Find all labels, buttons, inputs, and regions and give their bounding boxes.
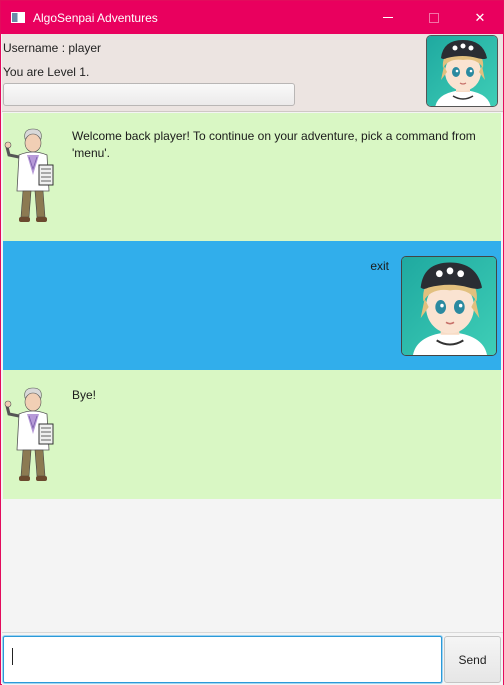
maximize-icon	[429, 12, 439, 23]
dialog-box-user: exit	[3, 241, 501, 370]
maximize-button[interactable]	[411, 1, 457, 34]
username-label: Username : player	[3, 41, 102, 55]
text-caret	[12, 648, 13, 665]
dialog-container[interactable]: Welcome back player! To continue on your…	[3, 113, 501, 631]
command-input[interactable]	[3, 636, 442, 683]
level-label: You are Level 1.	[3, 65, 90, 79]
close-button[interactable]: ✕	[457, 1, 503, 34]
player-avatar-image	[427, 36, 498, 107]
player-header: Username : player You are Level 1.	[2, 34, 503, 112]
window-controls: ✕	[365, 1, 503, 34]
professor-avatar	[3, 384, 61, 486]
close-icon: ✕	[474, 9, 486, 25]
app-icon	[11, 12, 25, 23]
minimize-icon	[383, 17, 393, 18]
input-bar: Send	[2, 632, 503, 685]
window-title: AlgoSenpai Adventures	[33, 10, 158, 25]
dialog-text: Welcome back player! To continue on your…	[72, 129, 476, 160]
app-window: AlgoSenpai Adventures ✕ Username : playe…	[0, 0, 504, 685]
dialog-text: exit	[370, 259, 389, 273]
dialog-box-bot: Welcome back player! To continue on your…	[3, 113, 501, 241]
title-bar[interactable]: AlgoSenpai Adventures ✕	[1, 1, 503, 34]
player-avatar	[426, 35, 498, 107]
dialog-box-bot: Bye!	[3, 370, 501, 499]
minimize-button[interactable]	[365, 1, 411, 34]
player-avatar	[401, 256, 497, 356]
professor-avatar	[3, 125, 61, 227]
send-button[interactable]: Send	[444, 636, 501, 683]
dialog-text: Bye!	[72, 388, 97, 402]
player-avatar-image	[402, 257, 497, 356]
level-progress-bar	[3, 83, 295, 106]
